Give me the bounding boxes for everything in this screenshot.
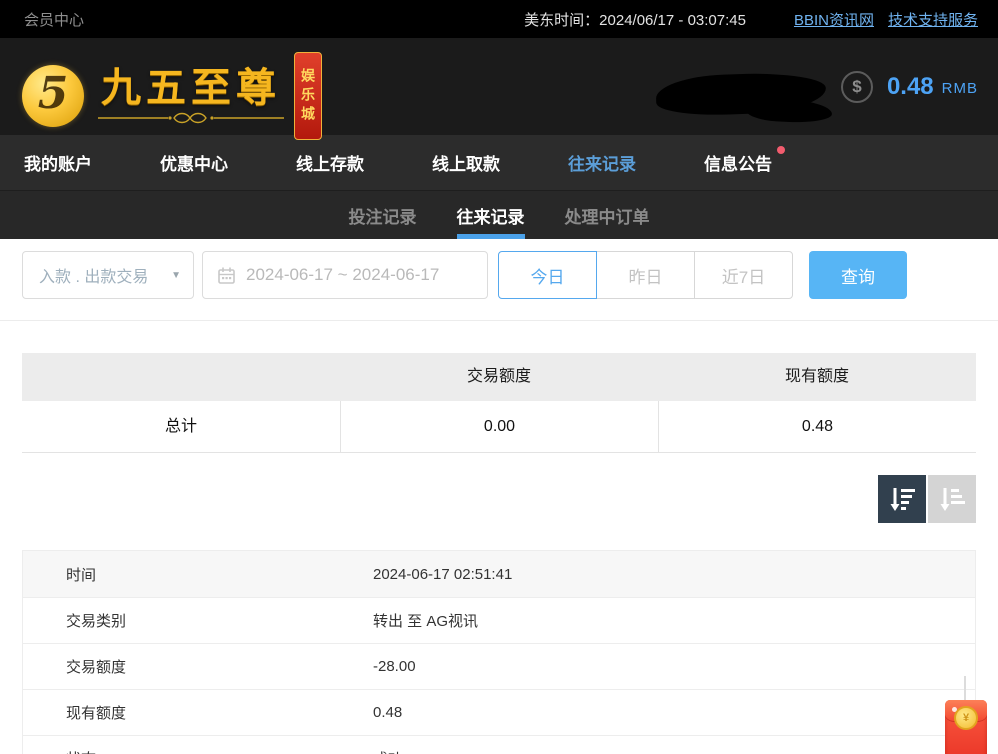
nav-item-deposit[interactable]: 线上存款	[296, 150, 364, 175]
server-time: 美东时间：2024/06/17 - 03:07:45	[524, 9, 746, 30]
quick-range-group: 今日 昨日 近7日	[498, 251, 793, 299]
sub-nav: 投注记录 往来记录 处理中订单	[0, 191, 998, 239]
top-bar: 会员中心 美东时间：2024/06/17 - 03:07:45 BBIN资讯网 …	[0, 0, 998, 38]
logo-flourish-icon	[96, 111, 286, 125]
record-row-status: 状态 成功	[23, 735, 975, 754]
transaction-record-card: 时间 2024-06-17 02:51:41 交易类别 转出 至 AG视讯 交易…	[22, 550, 976, 754]
nav-item-announcements[interactable]: 信息公告	[704, 150, 772, 175]
server-time-value: 2024/06/17 - 03:07:45	[599, 12, 746, 29]
logo-text-block: 九五至尊	[96, 67, 286, 125]
envelope-string	[964, 676, 966, 701]
record-label: 时间	[23, 564, 373, 585]
sort-ascending-button[interactable]	[928, 475, 976, 523]
member-center-label: 会员中心	[24, 9, 84, 30]
summary-total-row: 总计 0.00 0.48	[22, 401, 976, 453]
tech-support-link[interactable]: 技术支持服务	[888, 9, 978, 30]
record-label: 状态	[23, 748, 373, 754]
nav-item-withdraw[interactable]: 线上取款	[432, 150, 500, 175]
redacted-username-tail	[745, 98, 832, 124]
tab-bet-records[interactable]: 投注记录	[349, 191, 417, 239]
transaction-type-dropdown[interactable]: 入款 . 出款交易 ▼	[22, 251, 194, 299]
record-label: 交易类别	[23, 610, 373, 631]
record-value: -28.00	[373, 658, 975, 675]
date-range-picker[interactable]: 2024-06-17 ~ 2024-06-17	[202, 251, 488, 299]
envelope-coin-icon: ¥	[954, 706, 978, 730]
page: 会员中心 美东时间：2024/06/17 - 03:07:45 BBIN资讯网 …	[0, 0, 998, 754]
yesterday-button[interactable]: 昨日	[596, 251, 695, 299]
nav-item-announcements-label: 信息公告	[704, 155, 772, 174]
sort-controls	[0, 475, 976, 523]
main-nav: 我的账户 优惠中心 线上存款 线上取款 往来记录 信息公告	[0, 135, 998, 191]
sort-descending-button[interactable]	[878, 475, 926, 523]
calendar-icon	[217, 266, 236, 285]
server-time-label: 美东时间：	[524, 12, 599, 29]
summary-header-empty	[22, 353, 340, 401]
tab-pending-orders[interactable]: 处理中订单	[565, 191, 650, 239]
notification-dot	[777, 146, 785, 154]
nav-item-promotions[interactable]: 优惠中心	[160, 150, 228, 175]
red-envelope-icon: ¥	[945, 700, 987, 754]
record-row-amount: 交易额度 -28.00	[23, 643, 975, 689]
bbin-news-link[interactable]: BBIN资讯网	[794, 9, 874, 30]
site-header: 5 九五至尊 娱乐城 $ 0.48 RMB	[0, 38, 998, 135]
record-value: 2024-06-17 02:51:41	[373, 566, 975, 583]
last7days-button[interactable]: 近7日	[694, 251, 793, 299]
record-value: 成功	[373, 748, 975, 754]
sort-ascending-icon	[938, 486, 966, 512]
record-label: 交易额度	[23, 656, 373, 677]
record-row-time: 时间 2024-06-17 02:51:41	[23, 551, 975, 597]
summary-header-row: 交易额度 现有额度	[22, 353, 976, 401]
section-divider	[0, 320, 998, 321]
nav-item-my-account[interactable]: 我的账户	[24, 150, 92, 175]
record-row-balance: 现有额度 0.48	[23, 689, 975, 735]
transaction-type-value: 入款 . 出款交易	[39, 263, 148, 287]
filter-bar: 入款 . 出款交易 ▼ 2024-06-17 ~ 2024-06-17 今日 昨…	[0, 239, 998, 299]
caret-down-icon: ▼	[171, 270, 181, 281]
red-envelope-button[interactable]: ¥	[944, 676, 990, 754]
logo-title: 九五至尊	[101, 67, 281, 109]
summary-header-transaction-amount: 交易额度	[340, 353, 658, 401]
record-label: 现有额度	[23, 702, 373, 723]
summary-table: 交易额度 现有额度 总计 0.00 0.48	[22, 353, 976, 453]
logo-coin-icon: 5	[22, 65, 84, 127]
today-button[interactable]: 今日	[498, 251, 597, 299]
dollar-circle-icon: $	[841, 71, 873, 103]
record-value: 转出 至 AG视讯	[373, 610, 975, 631]
summary-header-current-balance: 现有额度	[658, 353, 976, 401]
sort-descending-icon	[888, 486, 916, 512]
balance-display: $ 0.48 RMB	[841, 38, 978, 135]
date-range-value: 2024-06-17 ~ 2024-06-17	[246, 265, 439, 285]
balance-currency: RMB	[942, 80, 978, 97]
record-row-type: 交易类别 转出 至 AG视讯	[23, 597, 975, 643]
summary-current-balance: 0.48	[658, 401, 976, 453]
nav-item-transactions[interactable]: 往来记录	[568, 150, 636, 175]
tab-transaction-records[interactable]: 往来记录	[457, 191, 525, 239]
summary-transaction-amount: 0.00	[340, 401, 658, 453]
summary-total-label: 总计	[22, 401, 340, 453]
search-button[interactable]: 查询	[809, 251, 907, 299]
logo-badge: 娱乐城	[294, 52, 322, 140]
balance-amount: 0.48	[887, 73, 934, 101]
site-logo[interactable]: 5 九五至尊 娱乐城	[22, 52, 322, 140]
record-value: 0.48	[373, 704, 975, 721]
